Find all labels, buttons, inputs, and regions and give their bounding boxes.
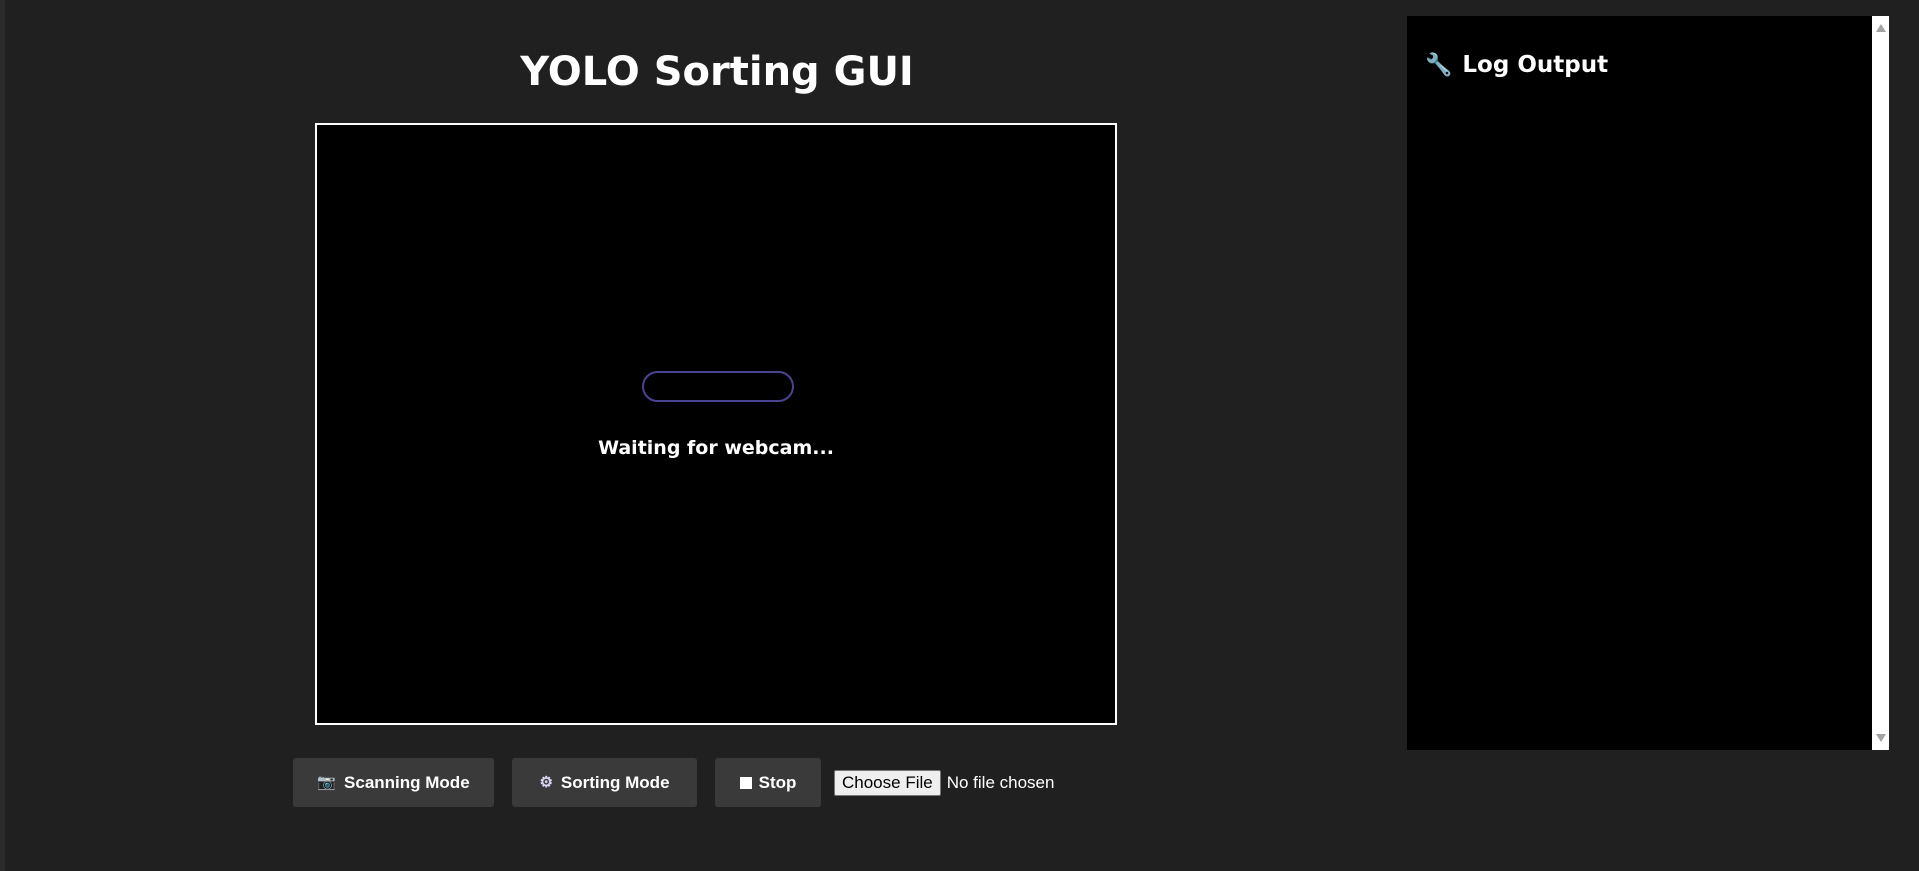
app-window: YOLO Sorting GUI Waiting for webcam... 📷… — [0, 0, 1919, 871]
stop-button[interactable]: Stop — [715, 758, 821, 807]
scroll-down-icon[interactable] — [1876, 734, 1886, 742]
webcam-feed: Waiting for webcam... — [315, 123, 1117, 725]
file-status-text: No file chosen — [946, 772, 1055, 792]
log-panel: 🔧 Log Output — [1407, 16, 1889, 750]
window-edge — [0, 0, 5, 871]
control-bar: 📷 Scanning Mode ⚙ Sorting Mode Stop Choo… — [293, 758, 1054, 807]
scroll-up-icon[interactable] — [1876, 24, 1886, 32]
file-input: Choose File No file chosen — [834, 769, 1055, 796]
loading-indicator — [642, 371, 794, 402]
sorting-mode-button[interactable]: ⚙ Sorting Mode — [512, 758, 697, 807]
camera-icon: 📷 — [317, 774, 337, 791]
stop-square-icon — [739, 776, 752, 789]
log-scrollbar[interactable] — [1872, 16, 1889, 750]
gear-icon: ⚙ — [539, 774, 553, 791]
sorting-mode-label: Sorting Mode — [560, 772, 670, 792]
scanning-mode-button[interactable]: 📷 Scanning Mode — [293, 758, 494, 807]
webcam-status-text: Waiting for webcam... — [598, 437, 834, 459]
page-title: YOLO Sorting GUI — [520, 49, 914, 95]
scanning-mode-label: Scanning Mode — [344, 772, 470, 792]
log-title-text: Log Output — [1462, 52, 1609, 78]
stop-label: Stop — [758, 772, 797, 792]
choose-file-button[interactable]: Choose File — [834, 769, 941, 796]
wrench-icon: 🔧 — [1425, 52, 1453, 78]
log-content — [1425, 96, 1865, 736]
log-title: 🔧 Log Output — [1425, 52, 1608, 78]
